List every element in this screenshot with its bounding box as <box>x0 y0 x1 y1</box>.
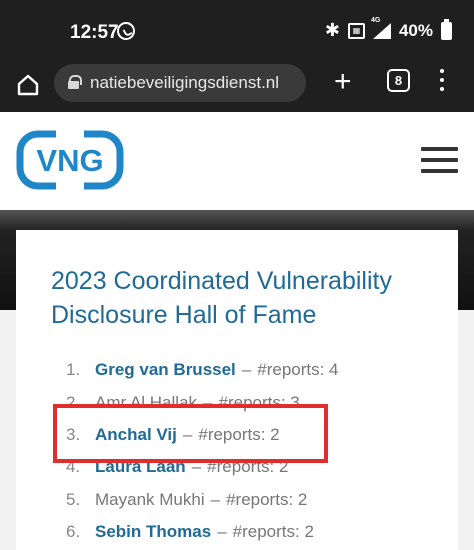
highlight-annotation <box>53 404 328 463</box>
list-item: 5. Mayank Mukhi – #reports: 2 <box>51 484 451 516</box>
new-tab-icon[interactable]: + <box>334 67 352 97</box>
separator: – <box>210 489 221 509</box>
separator: – <box>241 360 252 380</box>
status-bar: 12:57 ✱ ▦ 4G 40% <box>0 0 474 64</box>
list-item-number: 5. <box>66 489 81 509</box>
report-count: #reports: 4 <box>257 360 339 380</box>
address-bar[interactable]: natiebeveiligingsdienst.nl <box>54 64 306 102</box>
researcher-link[interactable]: Greg van Brussel <box>95 360 236 380</box>
home-icon[interactable] <box>17 74 39 96</box>
report-count: #reports: 2 <box>226 489 308 509</box>
list-item-number: 1. <box>66 360 81 380</box>
network-type: 4G <box>370 16 381 24</box>
tab-switcher-button[interactable]: 8 <box>387 69 410 92</box>
page-title: 2023 Coordinated Vulnerability Disclosur… <box>51 267 392 329</box>
site-header: VNG <box>0 112 474 210</box>
list-item-number: 6. <box>66 522 81 542</box>
status-time: 12:57 <box>70 22 119 43</box>
researcher-link[interactable]: Sebin Thomas <box>95 522 211 542</box>
list-item: 1. Greg van Brussel – #reports: 4 <box>51 354 451 386</box>
browser-toolbar: natiebeveiligingsdienst.nl + 8 <box>0 64 474 112</box>
vng-logo[interactable]: VNG <box>16 128 124 192</box>
list-item: 6. Sebin Thomas – #reports: 2 <box>51 516 451 548</box>
battery-percent: 40% <box>398 20 433 40</box>
hamburger-menu-icon[interactable] <box>421 147 458 177</box>
logo-text: VNG <box>36 143 103 178</box>
lock-icon <box>68 75 82 89</box>
separator: – <box>217 522 227 542</box>
battery-icon <box>441 18 452 40</box>
report-count: #reports: 2 <box>232 522 314 542</box>
bluetooth-icon: ✱ <box>324 20 340 40</box>
volte-icon: ▦ <box>347 22 365 39</box>
url-text: natiebeveiligingsdienst.nl <box>90 73 280 92</box>
signal-icon: 4G <box>371 17 391 39</box>
content-card: 2023 Coordinated Vulnerability Disclosur… <box>16 230 458 550</box>
whatsapp-icon <box>117 22 135 40</box>
researcher-name: Mayank Mukhi <box>95 489 205 509</box>
status-icons: ✱ ▦ 4G 40% <box>324 17 452 41</box>
menu-icon[interactable] <box>438 69 446 95</box>
